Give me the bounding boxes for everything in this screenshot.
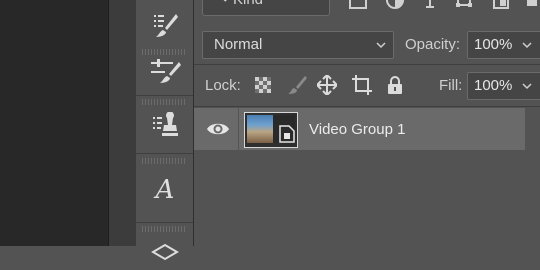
character-icon[interactable]: A (148, 173, 182, 207)
filter-kind-dropdown[interactable]: Kind (202, 0, 330, 16)
lock-artboard-icon[interactable] (351, 74, 373, 96)
filter-type-icon[interactable] (420, 0, 440, 12)
blend-mode-dropdown[interactable]: Normal (202, 31, 394, 59)
chevron-down-icon (522, 83, 532, 90)
layer-name[interactable]: Video Group 1 (309, 121, 405, 138)
layers-icon[interactable] (148, 236, 182, 270)
lock-transparent-pixels-icon[interactable] (252, 74, 274, 96)
clone-stamp-icon[interactable] (148, 110, 182, 144)
chevron-down-icon (522, 42, 532, 49)
opacity-value: 100% (474, 36, 513, 53)
filter-kind-label: Kind (233, 0, 263, 8)
chevron-down-icon (376, 42, 386, 49)
lock-all-icon[interactable] (384, 74, 406, 96)
lock-image-pixels-icon[interactable] (286, 74, 308, 96)
lock-label: Lock: (205, 77, 241, 94)
panel-icon-strip: A (136, 0, 194, 261)
layer-thumbnail[interactable] (244, 112, 298, 148)
divider (194, 106, 540, 107)
filter-toggle[interactable] (522, 0, 540, 12)
adjust-brush-icon[interactable] (148, 54, 182, 88)
fill-value: 100% (474, 77, 513, 94)
filter-shape-icon[interactable] (454, 0, 474, 12)
visibility-eye-icon[interactable] (206, 119, 230, 139)
character-glyph: A (155, 175, 175, 205)
opacity-dropdown-button[interactable] (520, 31, 540, 59)
opacity-label: Opacity: (405, 36, 461, 53)
chevron-down-icon (311, 0, 323, 3)
fill-label: Fill: (439, 77, 463, 94)
fill-input[interactable]: 100% (467, 72, 521, 100)
layers-panel: Kind Normal Opacity: 100% Lock: (194, 0, 540, 246)
filter-pixel-icon[interactable] (348, 0, 368, 12)
brush-history-icon[interactable] (148, 8, 182, 42)
smart-object-badge-icon (279, 125, 295, 143)
video-thumbnail-image (247, 115, 273, 143)
divider (238, 108, 239, 150)
layer-row[interactable]: Video Group 1 (194, 108, 525, 150)
fill-dropdown-button[interactable] (520, 72, 540, 100)
filter-smart-object-icon[interactable] (491, 0, 511, 12)
blend-mode-value: Normal (214, 36, 263, 53)
filter-adjustment-icon[interactable] (385, 0, 405, 12)
panel-gutter (108, 0, 137, 246)
search-icon (223, 0, 227, 2)
lock-position-icon[interactable] (316, 74, 338, 96)
divider (194, 64, 540, 65)
document-canvas-area (0, 0, 108, 246)
opacity-input[interactable]: 100% (467, 31, 521, 59)
